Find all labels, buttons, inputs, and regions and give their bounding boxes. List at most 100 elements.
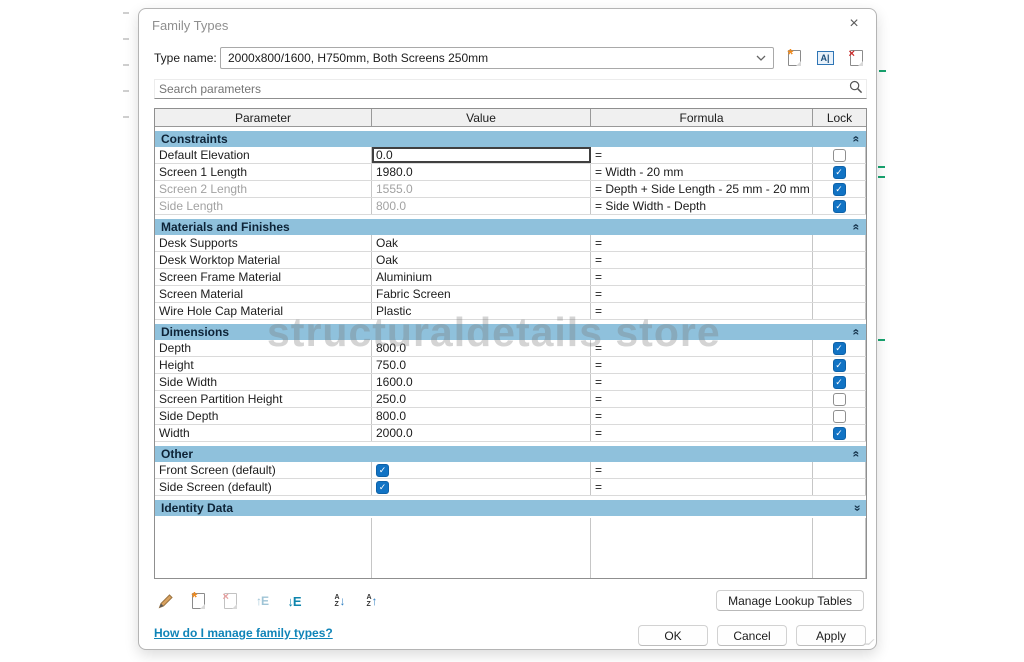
value-cell[interactable]: Oak — [372, 252, 591, 268]
parameter-name-cell: Screen Partition Height — [155, 391, 372, 407]
checkbox-checked[interactable]: ✓ — [833, 342, 846, 355]
value-cell[interactable]: 1600.0 — [372, 374, 591, 390]
parameter-row: Side Length800.0= Side Width - Depth✓ — [155, 198, 866, 215]
lock-cell — [813, 286, 866, 302]
expand-chevron-icon[interactable]: « — [852, 505, 862, 512]
checkbox-checked[interactable]: ✓ — [376, 464, 389, 477]
ok-button[interactable]: OK — [638, 625, 708, 646]
formula-cell[interactable]: = — [591, 303, 813, 319]
value-cell[interactable]: 250.0 — [372, 391, 591, 407]
search-icon — [849, 80, 863, 99]
delete-type-icon[interactable]: × — [845, 47, 867, 69]
value-cell[interactable]: 1980.0 — [372, 164, 591, 180]
section-header[interactable]: Identity Data « — [155, 500, 866, 516]
close-icon[interactable]: × — [844, 14, 864, 34]
section-header[interactable]: Constraints « — [155, 131, 866, 147]
formula-cell[interactable]: = — [591, 374, 813, 390]
background-tick-green — [878, 176, 885, 178]
formula-cell[interactable]: = Side Width - Depth — [591, 198, 813, 214]
value-cell[interactable]: 800.0 — [372, 408, 591, 424]
manage-lookup-tables-button[interactable]: Manage Lookup Tables — [716, 590, 864, 611]
formula-cell[interactable]: = — [591, 391, 813, 407]
new-parameter-icon[interactable]: * — [188, 591, 208, 611]
checkbox-checked[interactable]: ✓ — [833, 427, 846, 440]
parameter-table-header: Parameter Value Formula Lock — [155, 109, 866, 127]
collapse-chevron-icon[interactable]: « — [852, 136, 862, 143]
section-name: Constraints — [161, 132, 228, 146]
edit-parameter-icon[interactable] — [156, 591, 176, 611]
checkbox-checked[interactable]: ✓ — [833, 200, 846, 213]
value-cell[interactable]: Fabric Screen — [372, 286, 591, 302]
value-cell[interactable]: 750.0 — [372, 357, 591, 373]
formula-cell[interactable]: = Width - 20 mm — [591, 164, 813, 180]
move-down-icon[interactable]: ↓E — [284, 591, 304, 611]
collapse-chevron-icon[interactable]: « — [852, 224, 862, 231]
formula-cell[interactable]: = — [591, 235, 813, 251]
formula-cell[interactable]: = — [591, 408, 813, 424]
cancel-button[interactable]: Cancel — [717, 625, 787, 646]
formula-cell[interactable]: = — [591, 269, 813, 285]
checkbox-checked[interactable]: ✓ — [833, 376, 846, 389]
lock-cell — [813, 252, 866, 268]
section-header[interactable]: Other« — [155, 446, 866, 462]
parameter-row: Side Screen (default)✓= — [155, 479, 866, 496]
value-cell[interactable]: Plastic — [372, 303, 591, 319]
formula-cell[interactable]: = — [591, 286, 813, 302]
value-cell[interactable]: 1555.0 — [372, 181, 591, 197]
empty-table-area — [155, 518, 866, 578]
sort-descending-icon[interactable]: AZ ↑ — [362, 591, 382, 611]
type-name-combobox[interactable]: 2000x800/1600, H750mm, Both Screens 250m… — [220, 47, 774, 69]
search-input[interactable] — [155, 82, 849, 96]
section-constraints: Constraints«Default Elevation0.0=Screen … — [155, 131, 866, 215]
formula-cell[interactable]: = — [591, 252, 813, 268]
section-header[interactable]: Materials and Finishes« — [155, 219, 866, 235]
background-tick — [123, 90, 129, 92]
sort-ascending-icon[interactable]: AZ ↓ — [330, 591, 350, 611]
type-name-value: 2000x800/1600, H750mm, Both Screens 250m… — [228, 51, 756, 65]
value-cell[interactable]: 2000.0 — [372, 425, 591, 441]
value-cell[interactable]: 0.0 — [372, 147, 591, 163]
value-cell[interactable]: 800.0 — [372, 340, 591, 356]
new-type-icon[interactable]: * — [783, 47, 805, 69]
column-header-lock: Lock — [813, 109, 866, 126]
section-header[interactable]: Dimensions« — [155, 324, 866, 340]
checkbox-checked[interactable]: ✓ — [833, 359, 846, 372]
lock-cell: ✓ — [813, 181, 866, 197]
collapse-chevron-icon[interactable]: « — [852, 329, 862, 336]
column-header-formula: Formula — [591, 109, 813, 126]
parameter-table-body: Constraints«Default Elevation0.0=Screen … — [155, 127, 866, 578]
checkbox-unchecked[interactable] — [833, 149, 846, 162]
checkbox-checked[interactable]: ✓ — [833, 183, 846, 196]
formula-cell[interactable]: = — [591, 462, 813, 478]
formula-cell[interactable]: = Depth + Side Length - 25 mm - 20 mm — [591, 181, 813, 197]
section-name: Identity Data — [161, 501, 233, 515]
checkbox-checked[interactable]: ✓ — [376, 481, 389, 494]
family-types-dialog: Family Types × Type name: 2000x800/1600,… — [138, 8, 877, 650]
value-cell[interactable]: ✓ — [372, 462, 591, 478]
formula-cell[interactable]: = — [591, 340, 813, 356]
value-cell[interactable]: 800.0 — [372, 198, 591, 214]
collapse-chevron-icon[interactable]: « — [852, 451, 862, 458]
delete-parameter-icon[interactable]: × — [220, 591, 240, 611]
parameter-name-cell: Screen Frame Material — [155, 269, 372, 285]
formula-cell[interactable]: = — [591, 147, 813, 163]
background-tick-green — [878, 166, 885, 168]
value-cell[interactable]: Oak — [372, 235, 591, 251]
formula-cell[interactable]: = — [591, 425, 813, 441]
rename-type-icon[interactable]: A| — [814, 47, 836, 69]
background-tick-green — [878, 339, 885, 341]
move-up-icon[interactable]: ↑E — [252, 591, 272, 611]
checkbox-unchecked[interactable] — [833, 410, 846, 423]
help-link[interactable]: How do I manage family types? — [154, 626, 333, 640]
value-cell[interactable]: ✓ — [372, 479, 591, 495]
formula-cell[interactable]: = — [591, 479, 813, 495]
checkbox-unchecked[interactable] — [833, 393, 846, 406]
parameter-name-cell: Desk Supports — [155, 235, 372, 251]
checkbox-checked[interactable]: ✓ — [833, 166, 846, 179]
chevron-down-icon — [756, 55, 766, 61]
apply-button[interactable]: Apply — [796, 625, 866, 646]
lock-cell — [813, 391, 866, 407]
value-cell[interactable]: Aluminium — [372, 269, 591, 285]
background-tick — [123, 12, 129, 14]
formula-cell[interactable]: = — [591, 357, 813, 373]
